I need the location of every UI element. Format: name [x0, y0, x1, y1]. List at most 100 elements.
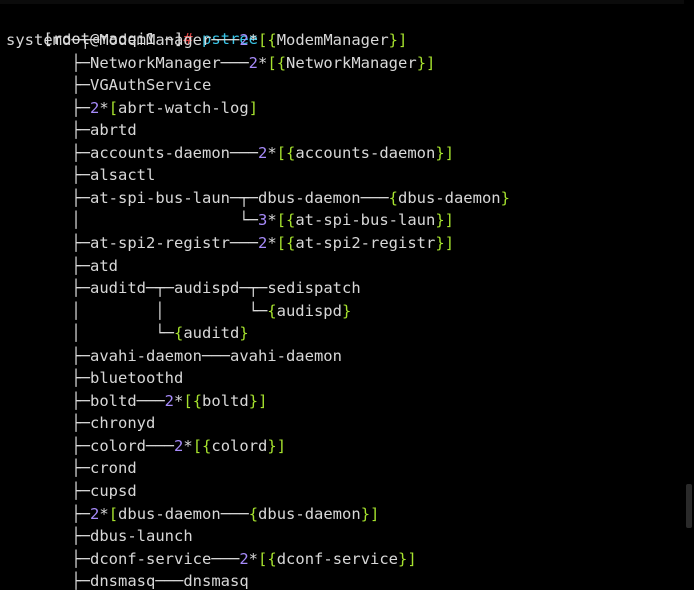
tree-line: ├─alsactl	[6, 164, 155, 186]
tree-connector: ├─	[6, 414, 90, 433]
bracket: ]	[444, 233, 455, 252]
process-name: alsactl	[90, 166, 156, 185]
thread-count: 2	[257, 233, 268, 252]
tree-connector: ├─	[6, 121, 90, 140]
tree-connector: ├─	[6, 53, 90, 72]
tree-line: ├─dnsmasq───dnsmasq	[6, 570, 248, 590]
bracket: {	[267, 549, 277, 568]
process-name: avahi-daemon	[229, 346, 342, 365]
tree-connector: ├─	[6, 391, 90, 410]
bracket: }	[248, 391, 259, 410]
thread-count: 2	[257, 143, 268, 162]
thread-count: 2	[90, 504, 100, 523]
tree-connector: ───	[201, 346, 230, 365]
tree-connector: ├─	[6, 188, 90, 207]
tree-connector: ─┬─	[239, 279, 268, 298]
tree-connector: ├─	[6, 527, 90, 546]
bracket: [	[276, 211, 286, 230]
bracket: ]	[370, 504, 380, 523]
tree-connector: ───	[211, 31, 240, 49]
tree-connector: ├─	[6, 76, 90, 95]
tree-connector: ───	[155, 572, 184, 590]
thread-count: 2	[239, 549, 249, 568]
process-name: audispd	[174, 279, 240, 298]
bracket: {	[173, 324, 184, 343]
tree-connector: ───	[211, 549, 240, 568]
process-name: cupsd	[90, 482, 137, 500]
process-name: VGAuthService	[90, 76, 212, 95]
tree-line: ├─cupsd	[6, 480, 137, 502]
process-name: chronyd	[90, 414, 156, 433]
bracket: ]	[407, 549, 417, 568]
bracket: ]	[444, 211, 455, 230]
bracket: {	[267, 301, 277, 320]
tree-line: ├─atd	[6, 255, 118, 277]
process-name: dbus-launch	[90, 527, 193, 546]
process-name: at-spi2-registr	[90, 233, 230, 252]
tree-connector: *	[248, 31, 258, 49]
terminal-window[interactable]: [root@maoqi1 ~]# pstree systemd─┬─ModemM…	[0, 0, 694, 590]
tree-line: ├─2*[dbus-daemon───{dbus-daemon}]	[6, 503, 379, 525]
tree-connector: ├─	[6, 482, 90, 500]
thread-count: 2	[248, 53, 258, 72]
bracket: }	[267, 436, 277, 455]
tree-connector: ├─	[6, 436, 90, 455]
tree-connector: *	[99, 504, 109, 523]
tree-connector: *	[99, 98, 109, 117]
tree-line: ├─2*[abrt-watch-log]	[6, 97, 258, 119]
tree-connector: ├─	[6, 459, 90, 478]
process-name: NetworkManager	[286, 53, 417, 72]
process-name: auditd	[90, 279, 146, 298]
tree-line: ├─VGAuthService	[6, 74, 211, 96]
tree-connector: *	[267, 233, 277, 252]
tree-connector: *	[267, 143, 277, 162]
bracket: {	[276, 53, 287, 72]
tree-line: ├─chronyd	[6, 412, 155, 434]
bracket: }	[416, 53, 427, 72]
process-name: dconf-service	[276, 549, 399, 568]
tree-connector: ├─	[6, 256, 90, 275]
tree-connector: ─┬─	[229, 188, 258, 207]
process-name: ModemManager	[99, 31, 212, 49]
tree-connector: *	[174, 391, 184, 410]
process-name: abrtd	[90, 121, 137, 140]
tree-connector: *	[248, 549, 259, 568]
tree-line: │ └─{auditd}	[6, 322, 248, 344]
tree-line: ├─at-spi-bus-laun─┬─dbus-daemon───{dbus-…	[6, 187, 510, 209]
bracket: [	[258, 31, 268, 49]
bracket: }	[435, 233, 445, 252]
bracket: ]	[426, 53, 436, 72]
process-name: systemd	[6, 31, 72, 49]
tree-connector: ├─	[6, 346, 90, 365]
process-name: boltd	[202, 391, 249, 410]
terminal-scrollbar[interactable]	[684, 0, 694, 590]
bracket: [	[183, 391, 193, 410]
process-name: auditd	[183, 324, 240, 343]
thread-count: 2	[239, 31, 249, 49]
tree-connector: │ │ └─	[6, 301, 268, 320]
bracket: }	[500, 188, 510, 207]
bracket: [	[192, 436, 203, 455]
tree-connector: ───	[229, 233, 258, 252]
process-name: sedispatch	[267, 279, 361, 298]
bracket: ]	[276, 436, 287, 455]
tree-line: ├─at-spi2-registr───2*[{at-spi2-registr}…	[6, 232, 454, 254]
bracket: {	[286, 143, 296, 162]
terminal-top-edge	[0, 0, 694, 4]
process-name: dbus-daemon	[257, 188, 361, 207]
scrollbar-thumb[interactable]	[686, 484, 692, 528]
tree-connector: ├─	[6, 369, 90, 388]
tree-connector: ├─	[6, 549, 90, 568]
tree-connector: ─┬─	[146, 279, 174, 298]
tree-connector: ├─	[6, 233, 90, 252]
bracket: [	[276, 143, 287, 162]
bracket: {	[388, 188, 398, 207]
bracket: {	[267, 31, 277, 49]
process-name: ModemManager	[276, 31, 389, 49]
tree-connector: │ └─	[6, 211, 258, 230]
tree-connector: ├─	[6, 166, 90, 185]
bracket: {	[248, 504, 259, 523]
process-name: atd	[90, 256, 118, 275]
process-name: avahi-daemon	[90, 346, 202, 365]
process-name: NetworkManager	[90, 53, 221, 72]
